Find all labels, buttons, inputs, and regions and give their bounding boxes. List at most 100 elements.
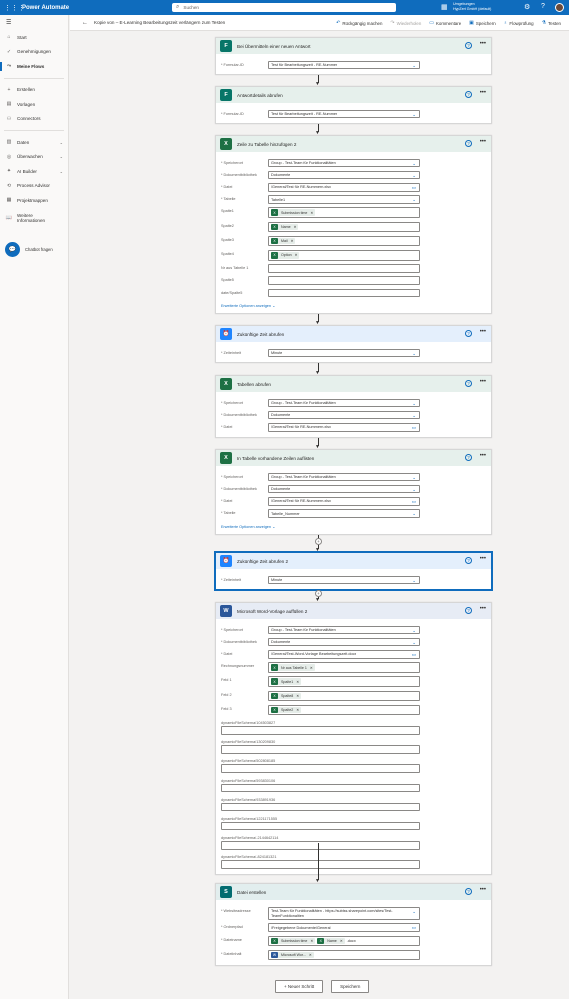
folder-picker-icon[interactable]: ▭ bbox=[412, 652, 416, 658]
more-options-icon[interactable]: ••• bbox=[480, 556, 486, 562]
dynamic-content-token[interactable]: X Spalte8 ✕ bbox=[271, 692, 302, 700]
chevron-down-icon[interactable]: ⌄ bbox=[412, 351, 416, 357]
card-header[interactable]: W Microsoft Word-Vorlage auffüllen 2? ••• bbox=[216, 603, 491, 619]
environment-picker[interactable]: Umgebungen HypZert GmbH (default) bbox=[453, 2, 491, 12]
folder-picker-icon[interactable]: ▭ bbox=[412, 499, 416, 505]
remove-token-icon[interactable]: ✕ bbox=[296, 694, 299, 698]
more-options-icon[interactable]: ••• bbox=[480, 41, 486, 47]
save-button[interactable]: ▣ Speichern bbox=[469, 20, 496, 26]
field-input[interactable]: Dokumente ⌄ bbox=[268, 484, 420, 494]
dynamic-content-token[interactable]: X Name ✕ bbox=[317, 937, 345, 945]
field-input[interactable]: Dokumente ⌄ bbox=[268, 410, 420, 420]
field-input[interactable]: Group - Test-Team für Funktionalitäten ⌄ bbox=[268, 472, 420, 482]
dynamic-content-token[interactable]: W Microsoft Wor... ✕ bbox=[271, 951, 314, 959]
card-header[interactable]: S Datei erstellen? ••• bbox=[216, 884, 491, 900]
field-input[interactable]: /General/Test für RE-Nummern.xlsx ▭ bbox=[268, 423, 420, 432]
field-input[interactable]: Tabelle1 ⌄ bbox=[268, 195, 420, 204]
field-input[interactable] bbox=[221, 745, 420, 754]
help-icon[interactable]: ? bbox=[465, 330, 472, 337]
field-input[interactable] bbox=[268, 276, 420, 285]
settings-gear-icon[interactable]: ⚙ bbox=[524, 3, 530, 11]
card-title[interactable]: Zukünftige Zeit abrufen 2 bbox=[237, 559, 288, 564]
action-card[interactable]: X Zeile zu Tabelle hinzufügen 2? ••• * Spei… bbox=[215, 135, 492, 315]
more-options-icon[interactable]: ••• bbox=[480, 887, 486, 893]
more-options-icon[interactable]: ••• bbox=[480, 606, 486, 612]
chevron-down-icon[interactable]: ⌄ bbox=[60, 169, 63, 174]
nav-item-ai[interactable]: ✦ AI Builder ⌄ bbox=[0, 164, 68, 179]
dynamic-content-token[interactable]: X Submission time ✕ bbox=[271, 937, 316, 945]
dynamic-content-token[interactable]: X Spalte1 ✕ bbox=[271, 678, 302, 685]
chevron-down-icon[interactable]: ⌄ bbox=[412, 487, 416, 493]
field-input[interactable]: Dokumente ⌄ bbox=[268, 170, 420, 180]
remove-token-icon[interactable]: ✕ bbox=[295, 253, 298, 257]
nav-item-templates[interactable]: ▤ Vorlagen bbox=[0, 97, 68, 112]
field-input[interactable]: Group - Test-Team für Funktionalitäten ⌄ bbox=[268, 625, 420, 635]
chatbot-launcher[interactable]: 💬 Chatbot fragen bbox=[5, 241, 68, 257]
card-title[interactable]: Zeile zu Tabelle hinzufügen 2 bbox=[237, 142, 296, 147]
chevron-down-icon[interactable]: ⌄ bbox=[60, 154, 63, 159]
field-input[interactable]: X Submission time ✕ bbox=[268, 207, 420, 218]
dynamic-content-token[interactable]: X Spalte2 ✕ bbox=[271, 706, 302, 714]
show-advanced-options-link[interactable]: Erweiterte Optionen anzeigen ⌄ bbox=[221, 524, 486, 529]
remove-token-icon[interactable]: ✕ bbox=[309, 953, 312, 957]
nav-item-flows[interactable]: ⤳ Meine Flows bbox=[0, 59, 68, 74]
field-input[interactable]: X Spalte2 ✕ bbox=[268, 704, 420, 716]
folder-picker-icon[interactable]: ▭ bbox=[412, 185, 416, 191]
more-options-icon[interactable]: ••• bbox=[480, 379, 486, 385]
card-header[interactable]: F Bei Übermitteln einer neuen Antwort? ••• bbox=[216, 38, 491, 54]
redo-button[interactable]: ↷ Wiederholen bbox=[390, 20, 421, 26]
more-options-icon[interactable]: ••• bbox=[480, 329, 486, 335]
nav-item-learn[interactable]: 📖 Weitere Informationen bbox=[0, 208, 68, 228]
more-options-icon[interactable]: ••• bbox=[480, 90, 486, 96]
remove-token-icon[interactable]: ✕ bbox=[296, 708, 299, 712]
dynamic-content-token[interactable]: X Nr aus Tabelle 1 ✕ bbox=[271, 664, 315, 671]
field-input[interactable] bbox=[221, 841, 420, 850]
field-input[interactable] bbox=[268, 288, 420, 298]
nav-item-connectors[interactable]: ⚇ Connectors bbox=[0, 112, 68, 127]
action-card[interactable]: W Microsoft Word-Vorlage auffüllen 2? ••• *… bbox=[215, 602, 492, 875]
nav-item-solutions[interactable]: ▦ Projektmappen bbox=[0, 193, 68, 208]
help-icon[interactable]: ? bbox=[465, 454, 472, 461]
chevron-down-icon[interactable]: ⌄ bbox=[412, 475, 416, 481]
insert-step-icon[interactable]: + bbox=[315, 537, 322, 545]
field-input[interactable] bbox=[268, 264, 420, 273]
chevron-down-icon[interactable]: ⌄ bbox=[60, 140, 63, 145]
chevron-down-icon[interactable]: ⌄ bbox=[412, 401, 416, 407]
nav-item-monitor[interactable]: ◎ Überwachen ⌄ bbox=[0, 150, 68, 165]
remove-token-icon[interactable]: ✕ bbox=[310, 666, 313, 670]
undo-button[interactable]: ↶ Rückgängig machen bbox=[336, 20, 382, 26]
help-icon[interactable]: ? bbox=[465, 140, 472, 147]
card-header[interactable]: X Zeile zu Tabelle hinzufügen 2? ••• bbox=[216, 136, 491, 152]
field-input[interactable]: Group - Test-Team für Funktionalitäten ⌄ bbox=[268, 398, 420, 408]
remove-token-icon[interactable]: ✕ bbox=[291, 239, 294, 243]
card-title[interactable]: Bei Übermitteln einer neuen Antwort bbox=[237, 44, 311, 49]
flow-checker-button[interactable]: ♁ Flowprüfung bbox=[504, 20, 534, 26]
field-input[interactable]: Tabelle_Nummer ⌄ bbox=[268, 509, 420, 518]
dynamic-content-token[interactable]: X Mail ✕ bbox=[271, 237, 296, 245]
more-options-icon[interactable]: ••• bbox=[480, 139, 486, 145]
field-input[interactable]: /Freigegebene Dokumente/General ▭ bbox=[268, 923, 420, 932]
action-card[interactable]: X In Tabelle vorhandene Zeilen auflisten?… bbox=[215, 449, 492, 535]
chevron-down-icon[interactable]: ⌄ bbox=[412, 112, 416, 118]
dynamic-content-token[interactable]: X Submission time ✕ bbox=[271, 209, 316, 216]
field-input[interactable]: Group - Test-Team für Funktionalitäten ⌄ bbox=[268, 158, 420, 168]
search-box[interactable]: ⌕ Suchen bbox=[172, 3, 396, 12]
field-input[interactable]: W Microsoft Wor... ✕ bbox=[268, 949, 420, 961]
chevron-down-icon[interactable]: ⌄ bbox=[412, 173, 416, 179]
field-input[interactable]: Test für Bearbeitungszeit - RE-Nummer ⌄ bbox=[268, 60, 420, 70]
help-icon[interactable]: ? bbox=[541, 3, 545, 10]
field-input[interactable] bbox=[221, 783, 420, 793]
card-title[interactable]: Datei erstellen bbox=[237, 890, 266, 895]
field-input[interactable]: X Spalte8 ✕ bbox=[268, 690, 420, 702]
field-input[interactable]: /General/Test-Word-Vorlage Bearbeitungsz… bbox=[268, 650, 420, 659]
chevron-down-icon[interactable]: ⌄ bbox=[412, 578, 416, 584]
hamburger-menu-icon[interactable]: ☰ bbox=[6, 19, 68, 26]
field-input[interactable]: Minute ⌄ bbox=[268, 348, 420, 358]
card-title[interactable]: Tabellen abrufen bbox=[237, 382, 271, 387]
show-advanced-options-link[interactable]: Erweiterte Optionen anzeigen ⌄ bbox=[221, 303, 486, 308]
back-arrow-icon[interactable]: ← bbox=[82, 20, 88, 26]
insert-step-icon[interactable]: + bbox=[315, 590, 322, 597]
field-input[interactable]: /General/Test für RE-Nummern.xlsx ▭ bbox=[268, 497, 420, 506]
field-input[interactable] bbox=[221, 821, 420, 831]
field-input[interactable]: X Name ✕ bbox=[268, 221, 420, 233]
